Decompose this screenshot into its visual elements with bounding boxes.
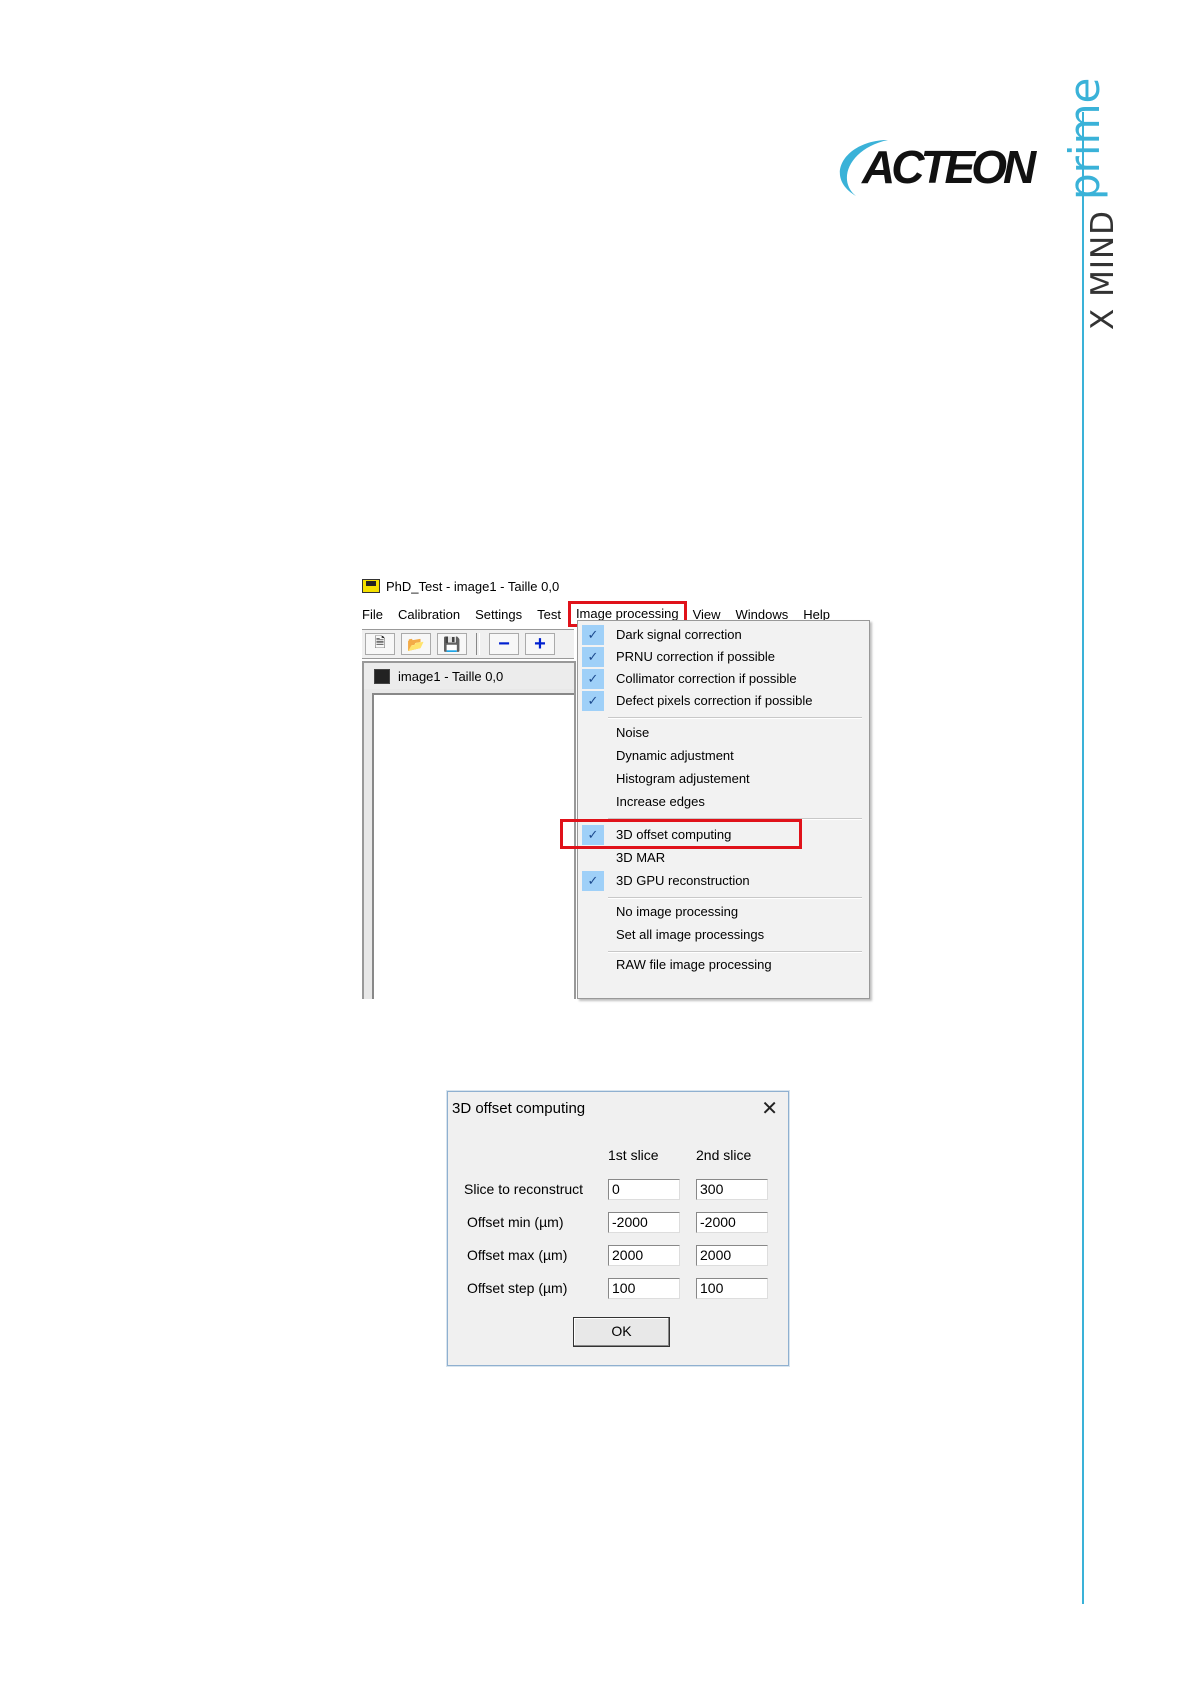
label-offset-step: Offset step (µm) — [467, 1280, 568, 1296]
offset-max-1-input[interactable]: 2000 — [608, 1245, 680, 1266]
checkmark-icon: ✓ — [582, 669, 604, 689]
offset-computing-dialog: 3D offset computing ✕ 1st slice 2nd slic… — [447, 1091, 789, 1366]
menu-item-dynamic-adjustment[interactable]: Dynamic adjustment — [578, 745, 869, 767]
menu-separator — [608, 717, 862, 719]
plus-icon[interactable]: + — [525, 633, 555, 655]
menu-item-label: PRNU correction if possible — [616, 649, 775, 664]
menu-item-3d-mar[interactable]: 3D MAR — [578, 847, 869, 869]
menu-item-label: Collimator correction if possible — [616, 671, 797, 686]
app-window-screenshot: PhD_Test - image1 - Taille 0,0 File Cali… — [362, 576, 870, 999]
menu-item-dark-signal[interactable]: ✓ Dark signal correction — [578, 624, 869, 646]
menu-item-label: 3D GPU reconstruction — [616, 873, 750, 888]
menu-item-label: Histogram adjustement — [616, 771, 750, 786]
checkmark-icon: ✓ — [582, 691, 604, 711]
menu-item-collimator[interactable]: ✓ Collimator correction if possible — [578, 668, 869, 690]
menu-calibration[interactable]: Calibration — [398, 607, 460, 622]
menu-item-histogram[interactable]: Histogram adjustement — [578, 768, 869, 790]
label-slice-to-reconstruct: Slice to reconstruct — [464, 1181, 584, 1197]
checkmark-icon: ✓ — [582, 647, 604, 667]
menu-item-label: Defect pixels correction if possible — [616, 693, 813, 708]
label-offset-max: Offset max (µm) — [467, 1247, 568, 1263]
image-child-window: image1 - Taille 0,0 — [362, 661, 576, 999]
menu-item-label: Dark signal correction — [616, 627, 742, 642]
ok-button[interactable]: OK — [573, 1317, 670, 1347]
menu-item-label: Set all image processings — [616, 927, 765, 942]
menu-file[interactable]: File — [362, 607, 383, 622]
offset-step-2-input[interactable]: 100 — [696, 1278, 768, 1299]
menu-item-increase-edges[interactable]: Increase edges — [578, 791, 869, 813]
highlight-box-3d-offset — [560, 819, 802, 849]
menu-settings[interactable]: Settings — [475, 607, 522, 622]
menu-item-label: Increase edges — [616, 794, 705, 809]
child-window-title-bar: image1 - Taille 0,0 — [364, 663, 574, 689]
save-icon[interactable]: 💾 — [437, 633, 467, 655]
menu-item-no-processing[interactable]: No image processing — [578, 901, 869, 923]
menu-item-label: Dynamic adjustment — [616, 748, 734, 763]
app-title: PhD_Test - image1 - Taille 0,0 — [386, 578, 560, 594]
menu-item-label: No image processing — [616, 904, 739, 919]
menu-item-prnu[interactable]: ✓ PRNU correction if possible — [578, 646, 869, 668]
offset-step-1-input[interactable]: 100 — [608, 1278, 680, 1299]
menu-item-label: RAW file image processing — [616, 957, 772, 972]
slice2-input[interactable]: 300 — [696, 1179, 768, 1200]
close-icon[interactable]: ✕ — [761, 1096, 778, 1121]
menu-test[interactable]: Test — [537, 607, 561, 622]
menu-item-set-all[interactable]: Set all image processings — [578, 924, 869, 946]
column-header-2nd-slice: 2nd slice — [696, 1147, 752, 1163]
child-window-title: image1 - Taille 0,0 — [398, 668, 504, 684]
checkmark-icon: ✓ — [582, 871, 604, 891]
column-header-1st-slice: 1st slice — [608, 1147, 659, 1163]
checkmark-icon: ✓ — [582, 625, 604, 645]
app-title-bar: PhD_Test - image1 - Taille 0,0 — [362, 576, 559, 596]
app-icon — [362, 579, 380, 593]
toolbar-separator — [476, 633, 480, 655]
menu-separator — [608, 897, 862, 899]
brand-xmind-text: X MIND — [1085, 209, 1121, 330]
slice1-input[interactable]: 0 — [608, 1179, 680, 1200]
brand-prime-text: prime — [1060, 77, 1109, 200]
dialog-title: 3D offset computing — [452, 1100, 586, 1117]
open-folder-icon[interactable]: 📂 — [401, 633, 431, 655]
menu-item-label: 3D MAR — [616, 850, 666, 865]
logo-text: ACTEON — [862, 141, 1036, 193]
minus-icon[interactable]: − — [489, 633, 519, 655]
new-file-icon[interactable]: 🗎 — [365, 633, 395, 655]
offset-min-1-input[interactable]: -2000 — [608, 1212, 680, 1233]
image-canvas[interactable] — [372, 693, 574, 999]
image-processing-dropdown: ✓ Dark signal correction ✓ PRNU correcti… — [560, 620, 870, 999]
menu-item-3d-gpu[interactable]: ✓ 3D GPU reconstruction — [578, 870, 869, 892]
toolbar: 🗎 📂 💾 − + — [362, 629, 574, 659]
brand-divider-line — [1082, 112, 1084, 1604]
menu-item-noise[interactable]: Noise — [578, 722, 869, 744]
menu-separator — [608, 951, 862, 953]
offset-min-2-input[interactable]: -2000 — [696, 1212, 768, 1233]
menu-item-defect-pixels[interactable]: ✓ Defect pixels correction if possible — [578, 690, 869, 712]
image-icon — [374, 668, 390, 684]
label-offset-min: Offset min (µm) — [467, 1214, 564, 1230]
product-brand: X MIND prime — [1060, 78, 1121, 330]
menu-item-raw-file[interactable]: RAW file image processing — [578, 954, 869, 976]
offset-max-2-input[interactable]: 2000 — [696, 1245, 768, 1266]
menu-item-label: Noise — [616, 725, 650, 740]
acteon-logo: ACTEON — [826, 136, 1036, 206]
